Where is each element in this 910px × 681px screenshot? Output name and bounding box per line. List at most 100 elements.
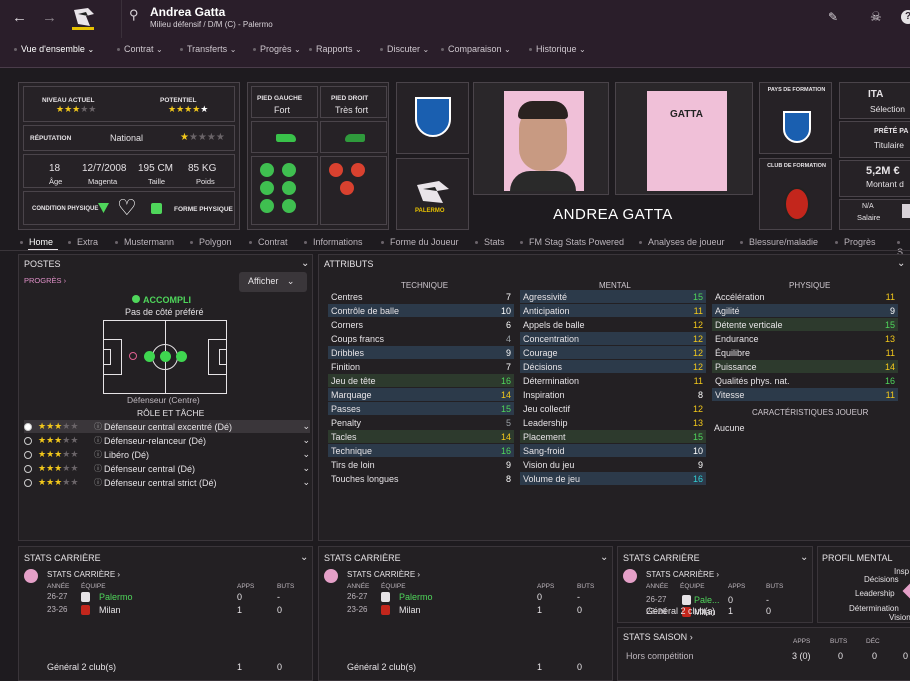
profil-mental-panel: PROFIL MENTAL Insp Décisions Leadership … bbox=[817, 546, 910, 623]
tab-8[interactable]: FM Stag Stats Powered bbox=[520, 237, 624, 247]
back-arrow-icon[interactable]: ← bbox=[12, 9, 27, 26]
career-sub-link[interactable]: STATS CARRIÈRE › bbox=[347, 570, 420, 579]
progres-link[interactable]: PROGRÈS › bbox=[24, 276, 66, 285]
attribute-value: 12 bbox=[692, 403, 703, 414]
mental-label-determination: Détermination bbox=[849, 604, 899, 613]
chevron-down-icon[interactable]: ⌄ bbox=[302, 435, 310, 446]
role-row[interactable]: ★★★★★ ⓘ Défenseur central (Dé) ⌄ bbox=[24, 462, 310, 475]
career-sub-link[interactable]: STATS CARRIÈRE › bbox=[646, 570, 719, 579]
position-dot bbox=[144, 351, 155, 362]
saison-extra: 0 bbox=[903, 651, 909, 661]
menu-item-0[interactable]: Vue d'ensemble ⌄ bbox=[14, 44, 94, 54]
menu-item-2[interactable]: Transferts ⌄ bbox=[180, 44, 236, 54]
age-value: 18 bbox=[49, 163, 61, 174]
chevron-down-icon[interactable]: ⌄ bbox=[800, 552, 808, 563]
tab-1[interactable]: Extra bbox=[68, 237, 98, 247]
afficher-button[interactable]: Afficher ⌄ bbox=[239, 272, 307, 292]
help-icon[interactable]: ? bbox=[901, 10, 910, 24]
feet-card: PIED GAUCHE Fort PIED DROIT Très fort bbox=[247, 82, 389, 230]
role-radio[interactable] bbox=[24, 436, 32, 445]
attributes-title: ATTRIBUTS bbox=[324, 259, 374, 269]
forward-arrow-icon[interactable]: → bbox=[42, 9, 57, 26]
attribute-name: Dribbles bbox=[331, 347, 365, 358]
chevron-down-icon[interactable]: ⌄ bbox=[302, 463, 310, 474]
chevron-down-icon[interactable]: ⌄ bbox=[300, 552, 308, 563]
career-team[interactable]: Palermo bbox=[99, 592, 133, 602]
career-title: STATS CARRIÈRE bbox=[24, 553, 101, 563]
role-row[interactable]: ★★★★★ ⓘ Défenseur central excentré (Dé) ⌄ bbox=[24, 420, 310, 433]
career-total-buts: 0 bbox=[766, 606, 772, 616]
annee-header: ANNÉE bbox=[47, 583, 70, 590]
tab-0[interactable]: Home bbox=[20, 237, 53, 247]
career-total-label: Général 2 club(s) bbox=[646, 606, 716, 616]
right-3-bottom: Montant d bbox=[866, 179, 904, 189]
team-crest-icon bbox=[682, 595, 691, 605]
attribute-row: Agressivité 15 bbox=[520, 290, 706, 303]
tab-4[interactable]: Contrat bbox=[249, 237, 288, 247]
menu-item-1[interactable]: Contrat ⌄ bbox=[117, 44, 163, 54]
tab-6[interactable]: Forme du Joueur bbox=[381, 237, 459, 247]
career-total-buts: 0 bbox=[277, 662, 283, 672]
career-apps: 0 bbox=[728, 595, 734, 605]
tab-9[interactable]: Analyses de joueur bbox=[639, 237, 725, 247]
chevron-down-icon[interactable]: ⌄ bbox=[600, 552, 608, 563]
attribute-value: 15 bbox=[500, 403, 511, 414]
role-radio[interactable] bbox=[24, 478, 32, 487]
career-team[interactable]: Milan bbox=[399, 605, 421, 615]
career-total-apps: 1 bbox=[237, 662, 243, 672]
menu-item-4[interactable]: Rapports ⌄ bbox=[309, 44, 362, 54]
attribute-name: Concentration bbox=[523, 333, 580, 344]
chevron-down-icon[interactable]: ⌄ bbox=[302, 449, 310, 460]
career-team[interactable]: Pale... bbox=[694, 595, 720, 605]
saison-apps: 3 (0) bbox=[792, 651, 811, 661]
menu-item-7[interactable]: Historique ⌄ bbox=[529, 44, 586, 54]
height-label: Taille bbox=[148, 177, 166, 186]
chevron-down-icon[interactable]: ⌄ bbox=[302, 477, 310, 488]
role-name: Défenseur-relanceur (Dé) bbox=[104, 435, 207, 446]
right-card-1: ITA Sélection bbox=[839, 82, 910, 119]
attribute-value: 7 bbox=[505, 291, 511, 302]
role-row[interactable]: ★★★★★ ⓘ Défenseur-relanceur (Dé) ⌄ bbox=[24, 434, 310, 447]
menu-item-3[interactable]: Progrès ⌄ bbox=[253, 44, 301, 54]
role-row[interactable]: ★★★★★ ⓘ Défenseur central strict (Dé) ⌄ bbox=[24, 476, 310, 489]
role-radio[interactable] bbox=[24, 464, 32, 473]
attribute-row: Jeu collectif 12 bbox=[520, 402, 706, 415]
tab-3[interactable]: Polygon bbox=[190, 237, 232, 247]
apps-header: APPS bbox=[728, 583, 746, 590]
player-hair bbox=[518, 101, 568, 119]
career-sub-link[interactable]: STATS CARRIÈRE › bbox=[47, 570, 120, 579]
tab-2[interactable]: Mustermann bbox=[115, 237, 174, 247]
mental-label-vision: Vision bbox=[889, 613, 910, 622]
saison-apps-header: APPS bbox=[793, 638, 811, 645]
weight-value: 85 KG bbox=[188, 163, 217, 174]
weight-label: Poids bbox=[196, 177, 215, 186]
attribute-row: Agilité 9 bbox=[712, 304, 898, 317]
chevron-down-icon[interactable]: ⌄ bbox=[897, 258, 905, 269]
skull-icon[interactable]: ☠ bbox=[870, 9, 882, 25]
team-crest-icon bbox=[381, 605, 390, 615]
team-crest-icon bbox=[81, 605, 90, 615]
menu-item-5[interactable]: Discuter ⌄ bbox=[380, 44, 429, 54]
chevron-down-icon[interactable]: ⌄ bbox=[301, 258, 309, 269]
attribute-name: Touches longues bbox=[331, 473, 399, 484]
tab-5[interactable]: Informations bbox=[304, 237, 363, 247]
career-team[interactable]: Milan bbox=[99, 605, 121, 615]
postes-title: POSTES bbox=[24, 259, 61, 269]
saison-title[interactable]: STATS SAISON › bbox=[623, 632, 693, 642]
role-row[interactable]: ★★★★★ ⓘ Libéro (Dé) ⌄ bbox=[24, 448, 310, 461]
edit-icon[interactable]: ✎ bbox=[828, 10, 838, 24]
tab-11[interactable]: Progrès bbox=[835, 237, 876, 247]
attribute-value: 12 bbox=[692, 361, 703, 372]
role-radio[interactable] bbox=[24, 422, 32, 431]
menu-item-6[interactable]: Comparaison ⌄ bbox=[441, 44, 511, 54]
tab-7[interactable]: Stats bbox=[475, 237, 505, 247]
right-1-top: ITA bbox=[868, 89, 884, 100]
career-team[interactable]: Palermo bbox=[399, 592, 433, 602]
search-icon[interactable]: ⚲ bbox=[129, 7, 139, 23]
attribute-value: 14 bbox=[884, 361, 895, 372]
chevron-down-icon[interactable]: ⌄ bbox=[302, 421, 310, 432]
niveau-label: NIVEAU ACTUEL bbox=[42, 97, 95, 104]
tab-10[interactable]: Blessure/maladie bbox=[740, 237, 818, 247]
role-radio[interactable] bbox=[24, 450, 32, 459]
mental-label-decisions: Décisions bbox=[864, 575, 899, 584]
